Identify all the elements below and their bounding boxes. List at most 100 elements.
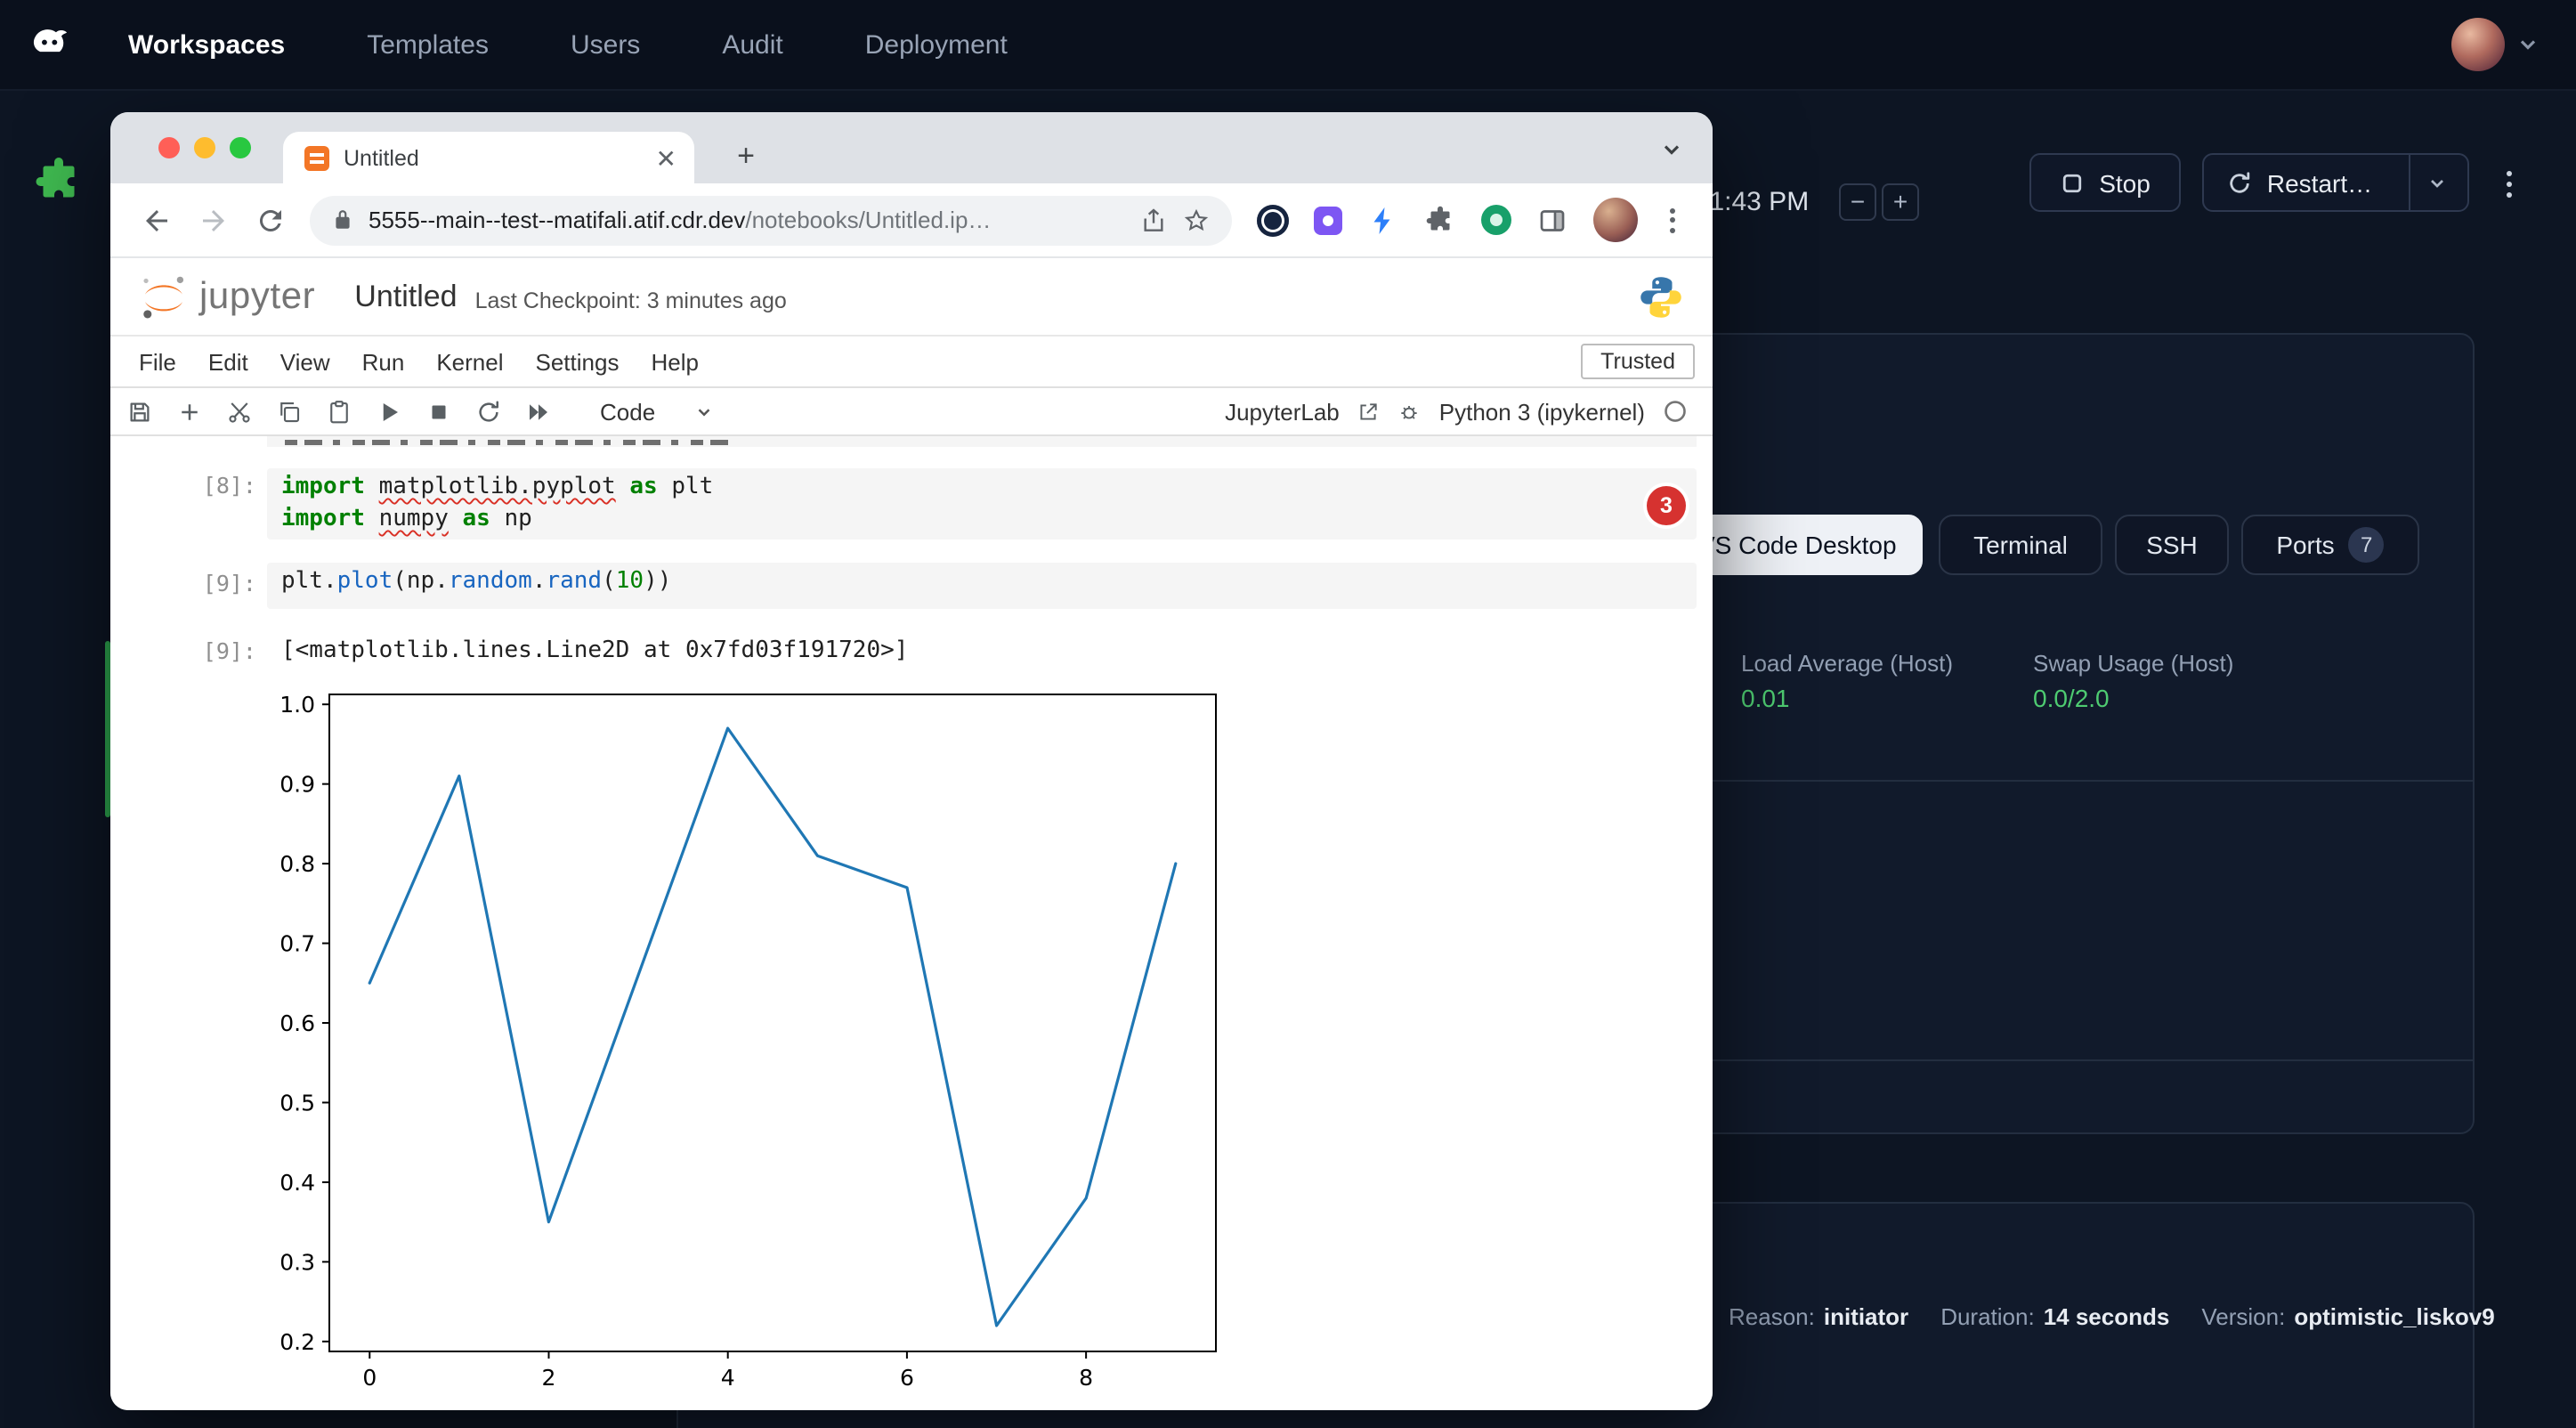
menu-view[interactable]: View <box>280 348 330 375</box>
svg-text:0.6: 0.6 <box>279 1010 315 1036</box>
add-cell-icon[interactable] <box>176 398 203 425</box>
checkpoint-status: Last Checkpoint: 3 minutes ago <box>475 288 787 312</box>
jupyter-header: jupyter Untitled Last Checkpoint: 3 minu… <box>110 258 1713 337</box>
zoom-out-button[interactable]: − <box>1839 183 1876 221</box>
ssh-button[interactable]: SSH <box>2115 515 2229 575</box>
ports-count-badge: 7 <box>2349 527 2385 563</box>
purple-extension-icon[interactable] <box>1314 206 1342 234</box>
tab-title: Untitled <box>344 145 642 170</box>
browser-profile-avatar[interactable] <box>1593 198 1638 242</box>
nav-templates[interactable]: Templates <box>367 29 489 60</box>
chevron-down-icon <box>2515 32 2540 57</box>
ports-button[interactable]: Ports 7 <box>2241 515 2419 575</box>
nav-workspaces[interactable]: Workspaces <box>128 29 285 60</box>
matplotlib-figure: 0.20.30.40.50.60.70.80.91.002468 <box>255 686 1252 1405</box>
menu-run[interactable]: Run <box>362 348 405 375</box>
jupyter-logo <box>139 272 189 321</box>
menu-help[interactable]: Help <box>651 348 699 375</box>
notebook-title[interactable]: Untitled <box>354 279 457 314</box>
notebook-favicon <box>304 145 329 170</box>
nav-deployment[interactable]: Deployment <box>865 29 1008 60</box>
bookmark-star-icon[interactable] <box>1182 206 1211 234</box>
kernel-name[interactable]: Python 3 (ipykernel) <box>1439 398 1645 425</box>
svg-text:0.9: 0.9 <box>279 772 315 798</box>
chevron-down-icon <box>694 402 714 421</box>
window-maximize-button[interactable] <box>230 137 251 158</box>
extensions-puzzle-icon[interactable] <box>1424 204 1456 236</box>
browser-tab[interactable]: Untitled ✕ <box>283 132 694 183</box>
workspace-menu-button[interactable] <box>2485 160 2531 207</box>
restart-run-all-icon[interactable] <box>525 398 552 425</box>
puzzle-extension-icon[interactable] <box>32 155 85 208</box>
code-cell-9[interactable]: plt.plot(np.random.rand(10)) <box>267 563 1697 609</box>
input-prompt: [9]: <box>164 570 256 596</box>
svg-text:1.0: 1.0 <box>279 692 315 718</box>
account-menu[interactable] <box>2451 18 2540 71</box>
toolbar-right-group: JupyterLab Python 3 (ipykernel) <box>1225 398 1695 425</box>
input-prompt: [8]: <box>164 472 256 499</box>
tab-close-icon[interactable]: ✕ <box>656 145 676 170</box>
restart-options-chevron[interactable] <box>2408 155 2465 210</box>
reload-icon[interactable] <box>255 204 287 236</box>
svg-text:0.3: 0.3 <box>279 1249 315 1275</box>
cell-output-text: [<matplotlib.lines.Line2D at 0x7fd03f191… <box>281 637 908 664</box>
address-bar[interactable]: 5555--main--test--matifali.atif.cdr.dev/… <box>310 195 1232 245</box>
debugger-icon[interactable] <box>1398 400 1422 423</box>
interrupt-kernel-icon[interactable] <box>425 398 452 425</box>
jupyter-brand: jupyter <box>199 275 315 318</box>
user-avatar[interactable] <box>2451 18 2505 71</box>
nav-users[interactable]: Users <box>571 29 640 60</box>
menu-kernel[interactable]: Kernel <box>436 348 503 375</box>
window-minimize-button[interactable] <box>194 137 215 158</box>
cell-badge: 3 <box>1647 486 1686 525</box>
back-icon[interactable] <box>141 204 173 236</box>
workspace-page: 11:43 PM − + Stop Restart… VS Code Deskt… <box>0 91 2576 1428</box>
browser-toolbar: 5555--main--test--matifali.atif.cdr.dev/… <box>110 183 1713 258</box>
green-extension-icon[interactable] <box>1481 205 1511 235</box>
save-icon[interactable] <box>126 398 153 425</box>
main-nav: Workspaces Templates Users Audit Deploym… <box>128 29 1008 60</box>
coder-logo[interactable] <box>25 21 71 68</box>
menu-settings[interactable]: Settings <box>536 348 620 375</box>
svg-text:2: 2 <box>542 1365 556 1391</box>
menu-file[interactable]: File <box>139 348 176 375</box>
window-close-button[interactable] <box>158 137 180 158</box>
nav-audit[interactable]: Audit <box>722 29 782 60</box>
svg-text:0.2: 0.2 <box>279 1329 315 1355</box>
restart-action[interactable]: Restart… <box>2207 155 2394 210</box>
jupyterlab-link[interactable]: JupyterLab <box>1225 398 1340 425</box>
svg-text:8: 8 <box>1079 1365 1093 1391</box>
load-average-stat: Load Average (Host) 0.01 <box>1741 650 1953 712</box>
lightning-extension-icon[interactable] <box>1367 204 1399 236</box>
kernel-status-icon <box>1663 399 1688 424</box>
zoom-in-button[interactable]: + <box>1882 183 1919 221</box>
browser-menu-icon[interactable] <box>1663 200 1682 239</box>
build-meta-row: Reason:initiator Duration:14 seconds Ver… <box>1729 1303 2495 1330</box>
lock-icon <box>331 207 354 232</box>
clock: 11:43 PM <box>1697 187 1809 217</box>
cut-icon[interactable] <box>226 398 253 425</box>
trusted-button[interactable]: Trusted <box>1581 344 1695 379</box>
external-link-icon[interactable] <box>1357 400 1381 423</box>
paste-icon[interactable] <box>326 398 352 425</box>
svg-text:0: 0 <box>362 1365 377 1391</box>
onepassword-icon[interactable] <box>1257 204 1289 236</box>
forward-icon[interactable] <box>198 204 230 236</box>
new-tab-button[interactable]: + <box>726 137 766 176</box>
notebook-content: [8]: import matplotlib.pyplot as pltimpo… <box>110 436 1713 1410</box>
share-icon[interactable] <box>1139 206 1168 234</box>
python-logo <box>1638 273 1684 320</box>
tab-strip: Untitled ✕ + <box>110 112 1713 183</box>
svg-text:0.8: 0.8 <box>279 851 315 877</box>
terminal-button[interactable]: Terminal <box>1939 515 2102 575</box>
restart-kernel-icon[interactable] <box>475 398 502 425</box>
menu-edit[interactable]: Edit <box>208 348 248 375</box>
side-panel-icon[interactable] <box>1536 204 1568 236</box>
line-chart: 0.20.30.40.50.60.70.80.91.002468 <box>255 686 1252 1398</box>
cell-type-select[interactable]: Code <box>600 398 714 425</box>
code-cell-8[interactable]: import matplotlib.pyplot as pltimport nu… <box>267 468 1697 540</box>
stop-workspace-button[interactable]: Stop <box>2029 153 2181 212</box>
copy-icon[interactable] <box>276 398 303 425</box>
run-cell-icon[interactable] <box>376 398 402 425</box>
tab-search-icon[interactable] <box>1659 137 1684 162</box>
